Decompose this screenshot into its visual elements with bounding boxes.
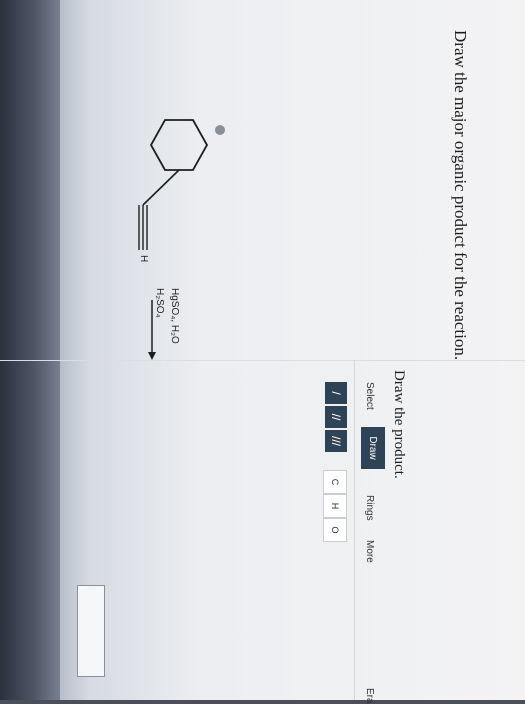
double-bond-button[interactable]: // [325, 406, 347, 428]
zoom-controls[interactable] [77, 585, 105, 677]
tab-more[interactable]: More [364, 540, 375, 563]
triple-bond-button[interactable]: /// [325, 430, 347, 452]
tab-erase[interactable]: Era [364, 688, 375, 704]
reagent-line-2: H₂SO₄ [154, 288, 165, 318]
cyclohexane-ring [149, 119, 209, 171]
oxygen-atom-button[interactable]: O [323, 518, 347, 542]
ring-to-alkyne-bond [142, 169, 180, 206]
tab-draw[interactable]: Draw [361, 427, 385, 469]
question-page: Draw the major organic product for the r… [0, 0, 525, 704]
question-title: Draw the major organic product for the r… [451, 30, 470, 361]
reaction-scheme [138, 119, 209, 250]
tab-select[interactable]: Select [364, 382, 375, 410]
terminal-hydrogen-label: H [138, 255, 149, 263]
hydrogen-atom-button[interactable]: H [323, 494, 347, 518]
toolbar-divider [354, 360, 355, 700]
editor-title: Draw the product. [391, 370, 407, 479]
tab-rings[interactable]: Rings [364, 495, 375, 521]
carbon-atom-button[interactable]: C [323, 470, 347, 494]
reagent-line-1: HgSO₄, H₂O [169, 288, 180, 344]
single-bond-button[interactable]: / [325, 382, 347, 404]
